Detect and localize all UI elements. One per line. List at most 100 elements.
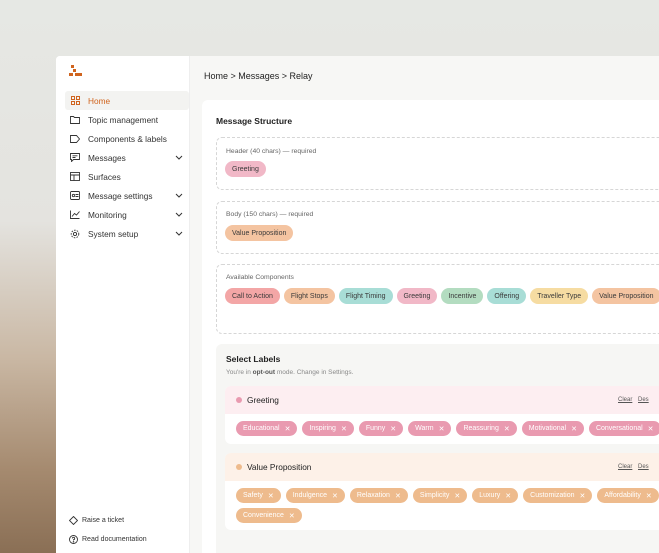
remove-icon[interactable]: ✕ [341,425,347,433]
sidebar-item-surfaces[interactable]: Surfaces [65,167,189,186]
sidebar-item-messages[interactable]: Messages [65,148,189,167]
remove-icon[interactable]: ✕ [580,492,586,500]
remove-icon[interactable]: ✕ [285,425,291,433]
label-chip[interactable]: Motivational ✕ [521,421,584,436]
component-chip-call-to-action[interactable]: Call to Action [225,288,280,304]
remove-icon[interactable]: ✕ [289,512,295,520]
sidebar-item-monitoring[interactable]: Monitoring [65,205,189,224]
clear-button[interactable]: Clear [618,464,632,470]
settings-message-icon [70,191,80,201]
grid-icon [70,96,80,106]
sidebar-item-label: Home [88,95,111,106]
label-chip[interactable]: Convenience ✕ [236,508,302,523]
remove-icon[interactable]: ✕ [439,425,445,433]
label-chip[interactable]: Customization ✕ [523,488,593,503]
breadcrumb: Home > Messages > Relay [204,71,313,81]
remove-icon[interactable]: ✕ [395,492,401,500]
select-labels-subtitle: You're in opt-out mode. Change in Settin… [226,369,353,376]
label-group-greeting: Greeting Clear Des Educational ✕ Inspirin… [225,386,659,444]
sidebar-item-message-settings[interactable]: Message settings [65,186,189,205]
label-chips: Safety ✕ Indulgence ✕ Relaxation ✕ Simplici… [236,488,659,523]
label-group-header [225,386,659,414]
remove-icon[interactable]: ✕ [454,492,460,500]
chevron-down-icon[interactable] [175,155,185,160]
brand-logo-icon[interactable] [68,64,84,78]
remove-icon[interactable]: ✕ [332,492,338,500]
deselect-button[interactable]: Des [638,397,649,403]
read-documentation-label: Read documentation [82,536,147,543]
remove-icon[interactable]: ✕ [571,425,577,433]
sidebar-item-label: Components & labels [88,133,167,144]
label-chip-text: Luxury [479,492,501,499]
remove-icon[interactable]: ✕ [648,425,654,433]
component-chip-offering[interactable]: Offering [487,288,527,304]
sidebar: Home Topic management Components & label… [56,56,190,553]
body-slot-label: Body (150 chars) — required [226,211,314,218]
header-slot[interactable]: Header (40 chars) — required Greeting [216,137,659,190]
body-slot-chips: Value Proposition [225,225,294,241]
label-chips: Educational ✕ Inspiring ✕ Funny ✕ Warm ✕ Rea… [236,421,659,436]
label-chip[interactable]: Simplicity ✕ [412,488,468,503]
sidebar-nav: Home Topic management Components & label… [65,91,189,243]
label-chip-text: Affordability [604,492,641,499]
deselect-button[interactable]: Des [638,464,649,470]
label-chip-text: Inspiring [309,425,336,432]
sidebar-item-home[interactable]: Home [65,91,189,110]
label-chip-text: Customization [530,492,575,499]
label-chip[interactable]: Inspiring ✕ [302,421,354,436]
label-chip-text: Simplicity [419,492,450,499]
label-chip-text: Safety [243,492,263,499]
layout-icon [70,172,80,182]
body-slot[interactable]: Body (150 chars) — required Value Propos… [216,201,659,254]
read-documentation-link[interactable]: Read documentation [69,535,147,544]
chevron-down-icon[interactable] [175,193,185,198]
component-chip-flight-timing[interactable]: Flight Timing [338,288,393,304]
remove-icon[interactable]: ✕ [390,425,396,433]
clear-button[interactable]: Clear [618,397,632,403]
component-chip-greeting[interactable]: Greeting [396,288,438,304]
label-chip-text: Relaxation [356,492,390,499]
label-chip[interactable]: Affordability ✕ [597,488,659,503]
label-chip[interactable]: Luxury ✕ [472,488,519,503]
sidebar-item-topic-management[interactable]: Topic management [65,110,189,129]
select-labels-title: Select Labels [226,354,281,364]
label-chip[interactable]: Funny ✕ [358,421,404,436]
header-slot-chips: Greeting [225,161,266,177]
label-chip-text: Warm [415,425,434,432]
remove-icon[interactable]: ✕ [646,492,652,500]
remove-icon[interactable]: ✕ [504,425,510,433]
chevron-down-icon[interactable] [175,231,185,236]
app-window: Home Topic management Components & label… [56,56,659,553]
label-chip-text: Educational [243,425,280,432]
tag-icon [70,134,80,144]
component-chip-greeting[interactable]: Greeting [225,161,266,177]
available-components-chips: Call to Action Flight Stops Flight Timin… [225,288,659,304]
label-chip[interactable]: Educational ✕ [236,421,298,436]
label-chip-text: Indulgence [292,492,327,499]
label-chip[interactable]: Conversational ✕ [588,421,659,436]
label-chip-text: Reassuring [463,425,499,432]
component-chip-traveller-type[interactable]: Traveller Type [530,288,589,304]
sidebar-item-label: Surfaces [88,171,121,182]
remove-icon[interactable]: ✕ [268,492,274,500]
component-chip-incentive[interactable]: Incentive [441,288,484,304]
raise-ticket-label: Raise a ticket [82,517,125,524]
sidebar-item-components-labels[interactable]: Components & labels [65,129,189,148]
label-group-title: Greeting [247,395,279,405]
raise-ticket-link[interactable]: Raise a ticket [69,516,124,525]
main-content: Home > Messages > Relay Message Structur… [190,56,659,553]
label-chip[interactable]: Indulgence ✕ [285,488,345,503]
message-structure-card: Message Structure Header (40 chars) — re… [202,100,659,553]
label-group-value-proposition: Value Proposition Clear Des Safety ✕ Indu… [225,453,659,530]
label-chip[interactable]: Warm ✕ [408,421,452,436]
label-chip[interactable]: Reassuring ✕ [456,421,517,436]
remove-icon[interactable]: ✕ [505,492,511,500]
label-chip[interactable]: Relaxation ✕ [349,488,408,503]
sidebar-item-system-setup[interactable]: System setup [65,224,189,243]
component-chip-value-proposition[interactable]: Value Proposition [592,288,659,304]
chevron-down-icon[interactable] [175,212,185,217]
label-chip[interactable]: Safety ✕ [236,488,281,503]
component-chip-flight-stops[interactable]: Flight Stops [283,288,335,304]
component-chip-value-proposition[interactable]: Value Proposition [225,225,294,241]
group-dot-icon [236,464,242,470]
